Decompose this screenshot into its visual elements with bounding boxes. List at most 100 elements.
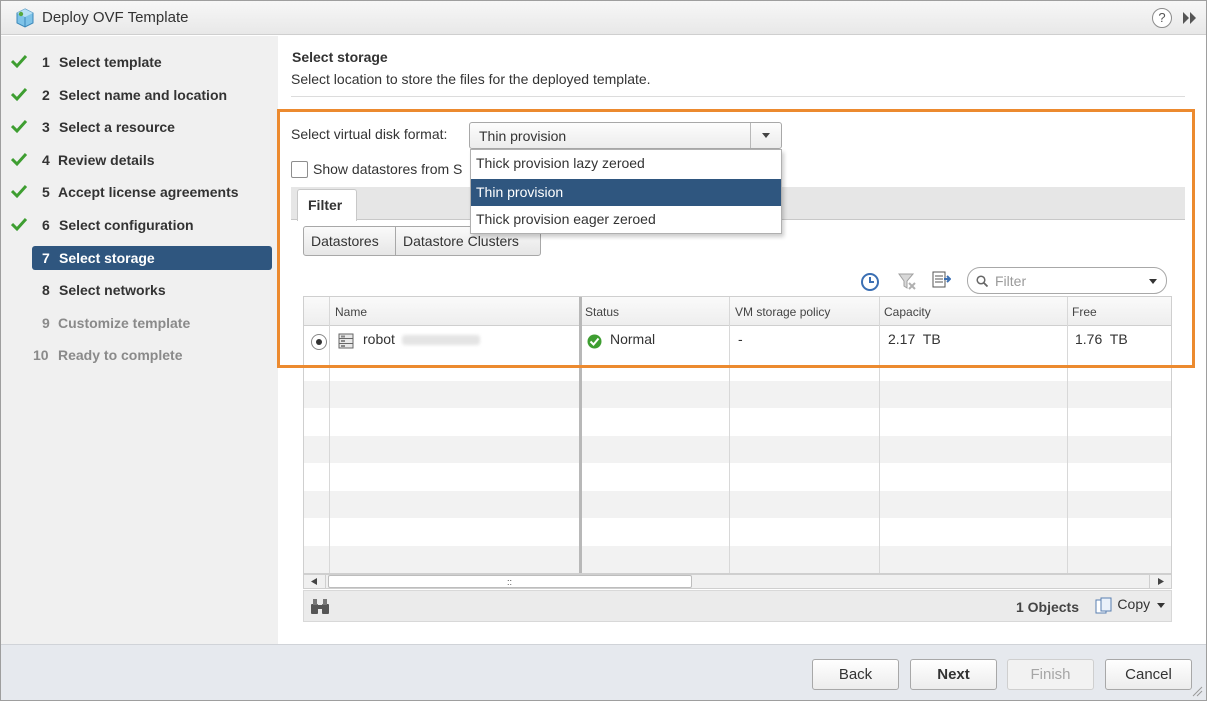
next-button[interactable]: Next — [910, 659, 997, 690]
horizontal-scrollbar[interactable]: :: — [303, 574, 1172, 589]
step-select-storage[interactable]: 7 Select storage — [1, 246, 278, 271]
chevron-down-icon — [1157, 602, 1165, 608]
step-number: 6 — [42, 217, 50, 233]
option-thin[interactable]: Thin provision — [471, 179, 781, 206]
option-thick-eager[interactable]: Thick provision eager zeroed — [471, 206, 781, 233]
empty-row — [304, 381, 1171, 408]
column-divider — [879, 297, 880, 573]
step-select-configuration[interactable]: 6 Select configuration — [1, 213, 278, 238]
clock-icon[interactable] — [860, 272, 880, 292]
step-number: 9 — [42, 315, 50, 331]
row-select-radio[interactable] — [311, 334, 327, 350]
check-icon — [11, 152, 27, 167]
scroll-left-button[interactable] — [304, 575, 326, 588]
step-select-template[interactable]: 1 Select template — [1, 50, 278, 75]
cancel-button[interactable]: Cancel — [1105, 659, 1192, 690]
check-icon — [11, 184, 27, 199]
step-number: 5 — [42, 184, 50, 200]
cell-capacity: 2.17 TB — [888, 331, 941, 347]
step-select-name-location[interactable]: 2 Select name and location — [1, 83, 278, 108]
datastore-icon — [338, 333, 354, 349]
check-icon — [11, 87, 27, 102]
column-divider — [1067, 297, 1068, 573]
step-select-networks[interactable]: 8 Select networks — [1, 278, 278, 303]
scroll-grip: :: — [507, 577, 513, 587]
column-divider — [329, 297, 330, 573]
deploy-ovf-dialog: Deploy OVF Template ? 1 Select template … — [0, 0, 1207, 701]
step-number: 1 — [42, 54, 50, 70]
col-vm-storage-policy[interactable]: VM storage policy — [735, 305, 830, 319]
column-divider — [729, 297, 730, 573]
step-select-resource[interactable]: 3 Select a resource — [1, 115, 278, 140]
chevron-left-icon — [311, 578, 317, 585]
step-label: Select name and location — [59, 87, 228, 103]
wizard-steps-sidebar: 1 Select template 2 Select name and loca… — [1, 36, 278, 644]
table-footer: 1 Objects Copy — [303, 590, 1172, 622]
step-number: 7 — [42, 250, 50, 266]
datastores-button[interactable]: Datastores — [303, 226, 396, 256]
filter-placeholder: Filter — [995, 273, 1027, 289]
option-thick-lazy[interactable]: Thick provision lazy zeroed — [471, 150, 781, 177]
objects-count: 1 Objects — [1015, 599, 1079, 615]
step-label: Select configuration — [59, 217, 194, 233]
redacted-text — [402, 335, 480, 345]
disk-format-dropdown: Thick provision lazy zeroed Thin provisi… — [470, 149, 782, 234]
copy-label: Copy — [1117, 596, 1151, 612]
col-free[interactable]: Free — [1072, 305, 1097, 319]
back-button[interactable]: Back — [812, 659, 899, 690]
empty-row — [304, 436, 1171, 463]
show-datastores-checkbox[interactable] — [291, 161, 308, 178]
resize-grip-icon[interactable] — [1191, 685, 1203, 697]
clear-filter-icon[interactable] — [897, 271, 917, 291]
step-number: 3 — [42, 119, 50, 135]
copy-button[interactable]: Copy — [1093, 596, 1165, 616]
search-icon — [976, 275, 988, 287]
check-icon — [11, 217, 27, 232]
dialog-title: Deploy OVF Template — [42, 9, 189, 26]
empty-row — [304, 546, 1171, 573]
scroll-thumb[interactable]: :: — [328, 575, 692, 588]
page-subtitle: Select location to store the files for t… — [291, 71, 651, 87]
copy-icon — [1095, 597, 1112, 614]
empty-row — [304, 491, 1171, 518]
cell-name: robot — [363, 331, 395, 347]
export-columns-icon[interactable] — [931, 270, 951, 290]
col-name[interactable]: Name — [335, 305, 367, 319]
disk-format-select[interactable]: Thin provision — [469, 122, 782, 149]
table-row[interactable]: robot Normal - 2.17 TB 1.76 TB — [304, 326, 1171, 353]
col-status[interactable]: Status — [585, 305, 619, 319]
cell-policy: - — [738, 331, 743, 347]
datastores-table: Name Status VM storage policy Capacity F… — [303, 296, 1172, 574]
disk-format-value: Thin provision — [479, 128, 567, 144]
expand-icon[interactable] — [1181, 10, 1199, 26]
step-number: 10 — [33, 347, 49, 363]
step-label: Select networks — [59, 282, 166, 298]
col-capacity[interactable]: Capacity — [884, 305, 931, 319]
title-bar: Deploy OVF Template ? — [1, 1, 1206, 35]
check-status-icon — [587, 334, 602, 349]
chevron-down-icon[interactable] — [1149, 279, 1157, 284]
check-icon — [11, 119, 27, 134]
step-label: Select storage — [59, 250, 155, 266]
help-button[interactable]: ? — [1152, 8, 1172, 28]
step-number: 4 — [42, 152, 50, 168]
scroll-right-button[interactable] — [1149, 575, 1171, 588]
step-label: Customize template — [58, 315, 191, 331]
step-review-details[interactable]: 4 Review details — [1, 148, 278, 173]
chevron-down-icon[interactable] — [750, 123, 781, 148]
binoculars-icon[interactable] — [310, 598, 330, 615]
show-datastores-label: Show datastores from S — [313, 161, 463, 177]
step-label: Ready to complete — [58, 347, 183, 363]
cell-status: Normal — [610, 331, 656, 347]
step-label: Select a resource — [59, 119, 175, 135]
step-number: 8 — [42, 282, 50, 298]
cell-free: 1.76 TB — [1075, 331, 1128, 347]
ovf-template-icon — [16, 8, 34, 28]
page-title: Select storage — [292, 49, 388, 65]
filter-search-input[interactable]: Filter — [967, 267, 1167, 294]
column-splitter[interactable] — [579, 297, 582, 573]
divider — [291, 96, 1185, 97]
tab-filter[interactable]: Filter — [297, 189, 357, 221]
step-number: 2 — [42, 87, 50, 103]
step-accept-license[interactable]: 5 Accept license agreements — [1, 180, 278, 205]
